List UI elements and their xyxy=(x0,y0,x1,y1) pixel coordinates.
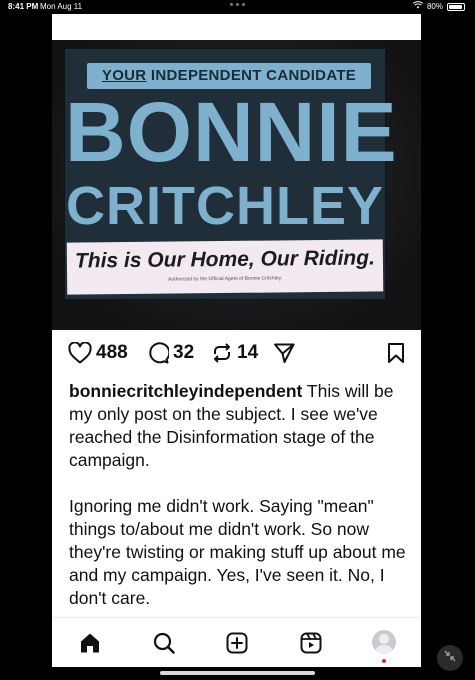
post-card: YOUR INDEPENDENT CANDIDATE BONNIE CRITCH… xyxy=(52,14,421,667)
home-indicator[interactable] xyxy=(160,671,315,675)
nav-search[interactable] xyxy=(153,632,175,659)
profile-avatar xyxy=(372,630,396,654)
comment-icon xyxy=(147,342,169,364)
collapse-arrows-icon xyxy=(444,649,456,667)
collapse-button[interactable] xyxy=(437,645,463,671)
like-button[interactable]: 488 xyxy=(68,342,128,364)
wifi-icon xyxy=(412,0,424,14)
repost-icon xyxy=(211,342,233,364)
heart-icon xyxy=(68,342,92,364)
repost-button[interactable]: 14 xyxy=(211,342,258,364)
create-icon xyxy=(226,632,248,658)
caption-username[interactable]: bonniecritchleyindependent xyxy=(69,381,302,401)
nav-reels[interactable] xyxy=(300,632,322,659)
battery-icon xyxy=(447,3,465,11)
bookmark-icon xyxy=(387,342,405,364)
caption-paragraph: Ignoring me didn't work. Saying "mean" t… xyxy=(69,496,406,608)
post-caption: bonniecritchleyindependent This will be … xyxy=(69,380,409,633)
home-icon xyxy=(79,633,101,658)
bottom-nav xyxy=(52,617,421,667)
comment-count: 32 xyxy=(173,342,195,363)
campaign-sign: YOUR INDEPENDENT CANDIDATE BONNIE CRITCH… xyxy=(64,48,398,300)
notification-dot xyxy=(382,659,386,663)
status-time: 8:41 PM xyxy=(8,2,39,11)
nav-create[interactable] xyxy=(226,632,248,659)
status-date: Mon Aug 11 xyxy=(40,2,83,11)
sign-slogan: This is Our Home, Our Riding. xyxy=(74,246,375,273)
search-icon xyxy=(153,632,175,658)
multitasking-dots-icon[interactable] xyxy=(230,3,245,6)
repost-count: 14 xyxy=(237,342,259,363)
nav-home[interactable] xyxy=(79,632,101,659)
sign-first-name: BONNIE xyxy=(65,85,398,179)
like-count: 488 xyxy=(96,342,128,363)
post-actions: 488 32 14 xyxy=(52,330,421,378)
reels-icon xyxy=(300,632,322,658)
nav-profile[interactable] xyxy=(372,630,396,663)
sign-last-name: CRITCHLEY xyxy=(66,176,384,236)
battery-percent: 80% xyxy=(426,2,443,11)
save-button[interactable] xyxy=(387,342,405,364)
status-bar: 8:41 PM Mon Aug 11 80% xyxy=(0,0,475,14)
share-button[interactable] xyxy=(273,342,295,364)
sign-slogan-strip: This is Our Home, Our Riding. Authorized… xyxy=(66,239,384,295)
post-header-strip xyxy=(52,14,421,40)
share-icon xyxy=(273,342,295,364)
comment-button[interactable]: 32 xyxy=(147,342,194,364)
post-image[interactable]: YOUR INDEPENDENT CANDIDATE BONNIE CRITCH… xyxy=(52,40,421,330)
